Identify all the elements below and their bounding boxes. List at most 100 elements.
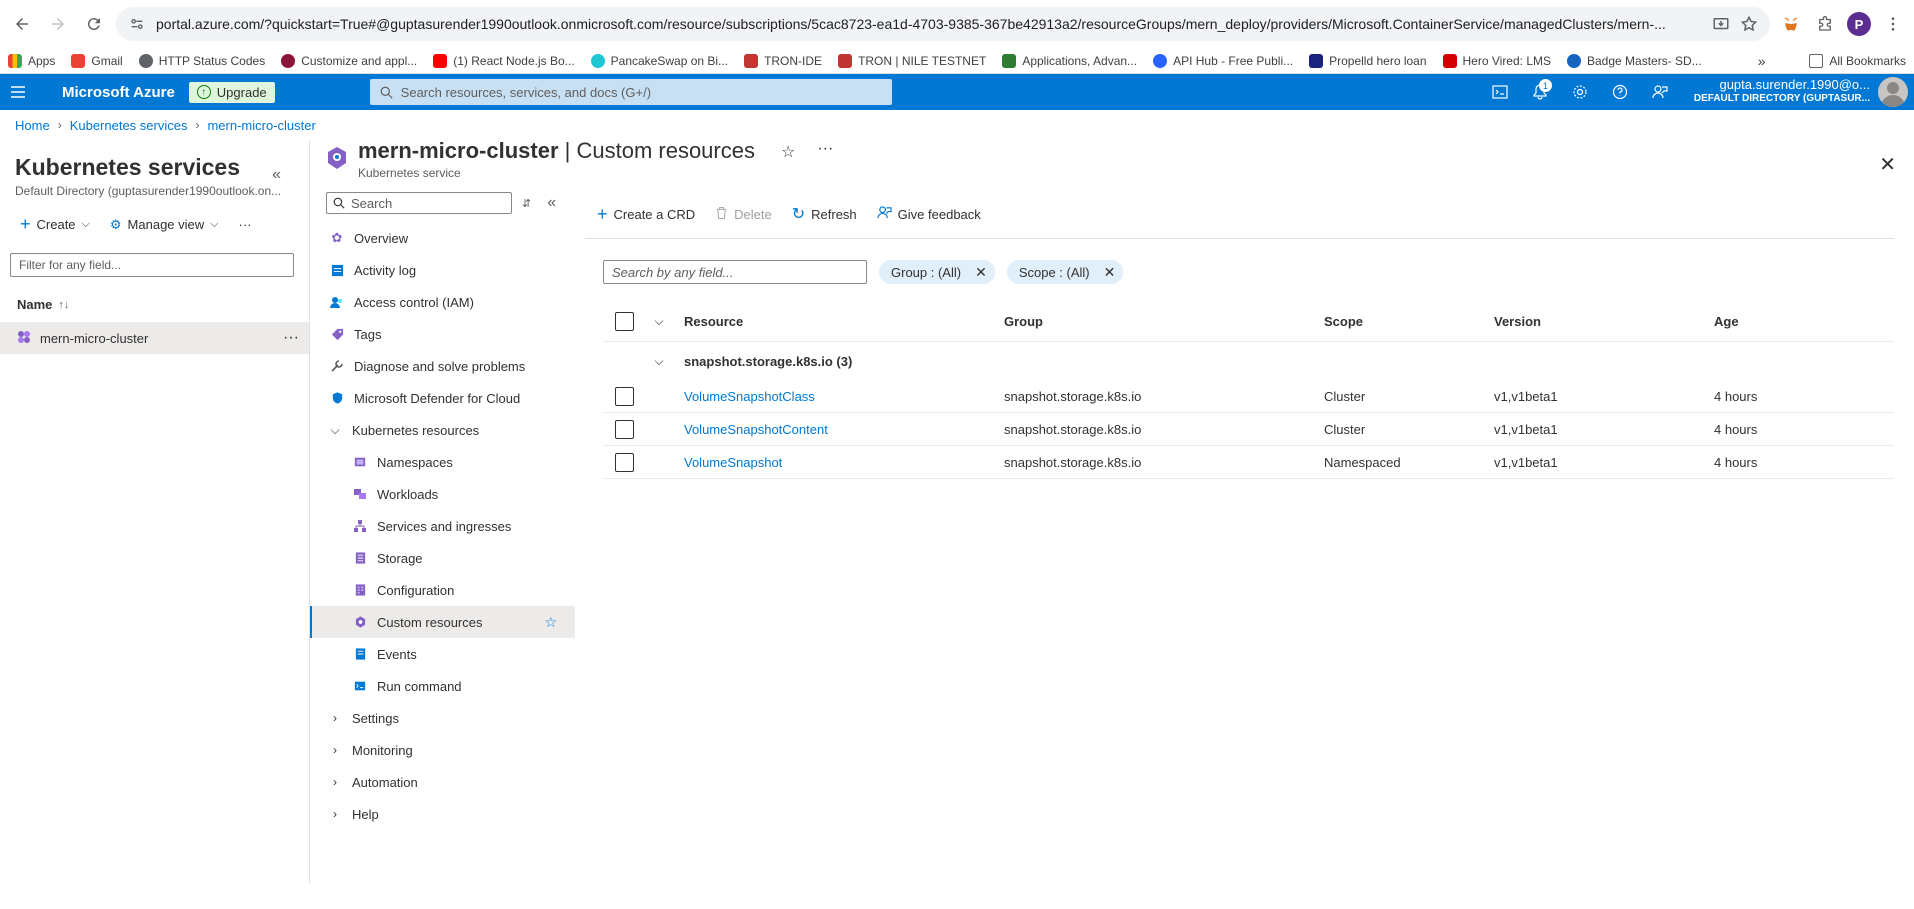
- hamburger-menu-icon[interactable]: [0, 74, 36, 110]
- favorite-star-icon[interactable]: ☆: [544, 614, 557, 631]
- menu-item-configuration[interactable]: Configuration: [310, 574, 575, 606]
- bookmark-item[interactable]: Badge Masters- SD...: [1567, 53, 1702, 68]
- metamask-icon[interactable]: [1778, 11, 1804, 37]
- menu-item-defender[interactable]: Microsoft Defender for Cloud: [310, 382, 575, 414]
- bookmark-item[interactable]: HTTP Status Codes: [138, 53, 265, 68]
- notifications-icon[interactable]: 1: [1520, 74, 1560, 110]
- menu-item-monitoring[interactable]: › Monitoring: [310, 734, 575, 766]
- manage-view-button[interactable]: ⚙ Manage view ⌵: [110, 217, 219, 233]
- column-header-scope[interactable]: Scope: [1324, 314, 1494, 329]
- menu-item-automation[interactable]: › Automation: [310, 766, 575, 798]
- expand-all-chevron-icon[interactable]: ⌵: [634, 314, 684, 329]
- bookmark-item[interactable]: Gmail: [71, 53, 123, 68]
- reload-icon[interactable]: [80, 10, 108, 38]
- table-row[interactable]: VolumeSnapshotClass snapshot.storage.k8s…: [603, 380, 1894, 413]
- help-icon[interactable]: [1600, 74, 1640, 110]
- bookmark-item[interactable]: TRON-IDE: [744, 53, 822, 68]
- create-crd-button[interactable]: + Create a CRD: [597, 204, 695, 225]
- create-button[interactable]: + Create ⌵: [20, 214, 90, 235]
- menu-item-help[interactable]: › Help: [310, 798, 575, 830]
- bookmark-item[interactable]: Hero Vired: LMS: [1442, 53, 1551, 68]
- bookmark-item[interactable]: Applications, Advan...: [1002, 53, 1137, 68]
- install-app-icon[interactable]: [1712, 15, 1730, 33]
- address-bar[interactable]: portal.azure.com/?quickstart=True#@gupta…: [116, 7, 1770, 41]
- row-checkbox[interactable]: [615, 386, 634, 406]
- filter-input[interactable]: Filter for any field...: [10, 253, 294, 277]
- more-bookmarks-icon[interactable]: »: [1758, 53, 1766, 69]
- more-options-icon[interactable]: ···: [239, 217, 252, 232]
- url-text[interactable]: portal.azure.com/?quickstart=True#@gupta…: [156, 16, 1702, 32]
- chevron-down-icon[interactable]: ⌵: [634, 354, 684, 369]
- collapse-menu-icon[interactable]: «: [547, 194, 556, 212]
- azure-brand[interactable]: Microsoft Azure: [62, 84, 175, 101]
- menu-item-settings[interactable]: › Settings: [310, 702, 575, 734]
- global-search-input[interactable]: Search resources, services, and docs (G+…: [369, 79, 892, 105]
- column-header-version[interactable]: Version: [1494, 314, 1714, 329]
- sort-toggle-icon[interactable]: ⇵: [522, 197, 531, 210]
- close-icon[interactable]: ✕: [1104, 264, 1116, 281]
- bookmark-item[interactable]: Apps: [8, 53, 55, 68]
- all-bookmarks[interactable]: All Bookmarks: [1809, 53, 1906, 68]
- breadcrumb-cluster[interactable]: mern-micro-cluster: [207, 118, 315, 133]
- list-item[interactable]: mern-micro-cluster ···: [0, 322, 309, 354]
- table-group-row[interactable]: ⌵ snapshot.storage.k8s.io (3): [603, 342, 1894, 380]
- resource-link[interactable]: VolumeSnapshot: [684, 455, 1004, 470]
- bookmark-item[interactable]: API Hub - Free Publi...: [1153, 53, 1293, 68]
- menu-item-overview[interactable]: ✿ Overview: [310, 222, 575, 254]
- name-column-header[interactable]: Name ↑↓: [0, 277, 309, 312]
- menu-search-input[interactable]: Search: [326, 192, 512, 214]
- menu-item-tags[interactable]: Tags: [310, 318, 575, 350]
- feedback-icon[interactable]: [1640, 74, 1680, 110]
- bookmark-item[interactable]: TRON | NILE TESTNET: [838, 53, 986, 68]
- refresh-button[interactable]: ↻ Refresh: [792, 204, 857, 224]
- field-search-input[interactable]: Search by any field...: [603, 260, 867, 284]
- close-icon[interactable]: ✕: [1879, 152, 1896, 177]
- select-all-checkbox[interactable]: [615, 312, 634, 331]
- column-header-age[interactable]: Age: [1714, 314, 1834, 329]
- menu-item-events[interactable]: Events: [310, 638, 575, 670]
- resource-link[interactable]: VolumeSnapshotContent: [684, 422, 1004, 437]
- menu-item-namespaces[interactable]: Namespaces: [310, 446, 575, 478]
- account-info[interactable]: gupta.surender.1990@o... DEFAULT DIRECTO…: [1680, 78, 1878, 106]
- cluster-name[interactable]: mern-micro-cluster: [40, 331, 148, 346]
- bookmark-item[interactable]: Customize and appl...: [281, 53, 417, 68]
- settings-gear-icon[interactable]: [1560, 74, 1600, 110]
- menu-item-storage[interactable]: Storage: [310, 542, 575, 574]
- cloud-shell-icon[interactable]: [1480, 74, 1520, 110]
- site-info-icon[interactable]: [128, 15, 146, 33]
- menu-item-services-ingresses[interactable]: Services and ingresses: [310, 510, 575, 542]
- back-icon[interactable]: [8, 10, 36, 38]
- extensions-icon[interactable]: [1812, 11, 1838, 37]
- give-feedback-button[interactable]: Give feedback: [877, 205, 981, 223]
- menu-item-activity-log[interactable]: Activity log: [310, 254, 575, 286]
- group-filter-pill[interactable]: Group : (All) ✕: [879, 260, 995, 284]
- bookmark-star-icon[interactable]: [1740, 15, 1758, 33]
- bookmark-item[interactable]: Propelld hero loan: [1309, 53, 1427, 68]
- avatar[interactable]: [1878, 77, 1908, 107]
- menu-item-custom-resources[interactable]: Custom resources ☆: [310, 606, 575, 638]
- row-checkbox[interactable]: [615, 419, 634, 439]
- row-checkbox[interactable]: [615, 452, 634, 472]
- browser-menu-icon[interactable]: [1880, 11, 1906, 37]
- delete-button[interactable]: Delete: [715, 206, 772, 223]
- bookmark-item[interactable]: (1) React Node.js Bo...: [433, 53, 575, 68]
- table-row[interactable]: VolumeSnapshot snapshot.storage.k8s.io N…: [603, 446, 1894, 479]
- breadcrumb-home[interactable]: Home: [15, 118, 50, 133]
- close-icon[interactable]: ✕: [975, 264, 987, 281]
- resource-link[interactable]: VolumeSnapshotClass: [684, 389, 1004, 404]
- column-header-resource[interactable]: Resource: [684, 314, 1004, 329]
- menu-item-workloads[interactable]: Workloads: [310, 478, 575, 510]
- upgrade-button[interactable]: ↑ Upgrade: [188, 81, 275, 103]
- profile-avatar[interactable]: P: [1846, 11, 1872, 37]
- bookmark-item[interactable]: PancakeSwap on Bi...: [590, 53, 728, 68]
- more-options-icon[interactable]: ···: [283, 329, 299, 347]
- collapse-double-chevron-icon[interactable]: «: [272, 166, 281, 184]
- menu-item-kubernetes-resources[interactable]: ⌵ Kubernetes resources: [310, 414, 575, 446]
- table-row[interactable]: VolumeSnapshotContent snapshot.storage.k…: [603, 413, 1894, 446]
- column-header-group[interactable]: Group: [1004, 314, 1324, 329]
- scope-filter-pill[interactable]: Scope : (All) ✕: [1006, 260, 1124, 284]
- breadcrumb-kubernetes-services[interactable]: Kubernetes services: [70, 118, 188, 133]
- menu-item-iam[interactable]: Access control (IAM): [310, 286, 575, 318]
- forward-icon[interactable]: [44, 10, 72, 38]
- menu-item-diagnose[interactable]: Diagnose and solve problems: [310, 350, 575, 382]
